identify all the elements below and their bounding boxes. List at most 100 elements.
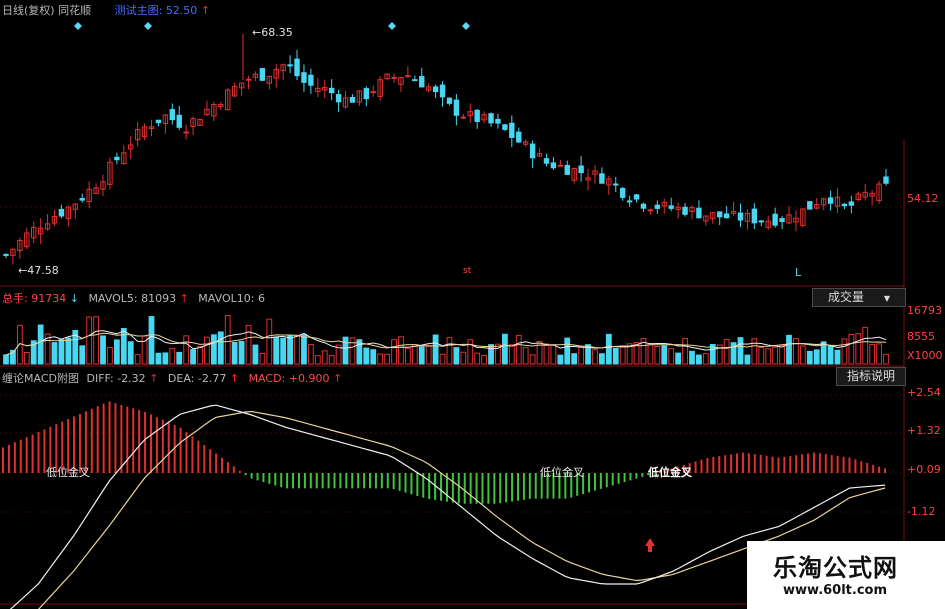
candle-body <box>328 87 335 94</box>
candle-body <box>640 203 647 209</box>
diff-label: DIFF: <box>86 372 114 385</box>
candle-body <box>619 187 626 198</box>
volume-bar <box>772 346 779 365</box>
candle-body <box>412 79 418 82</box>
volume-bar <box>418 346 425 365</box>
volume-selector-button[interactable]: 成交量 ▼ <box>812 288 906 307</box>
golden-cross-annotation-3: 低位金叉 <box>648 466 692 479</box>
top-diamond-marker-0 <box>74 22 82 30</box>
volume-bar <box>855 333 862 365</box>
volume-bar <box>564 337 571 365</box>
candle-body <box>335 94 342 103</box>
candle-body <box>647 209 654 212</box>
volume-bar <box>834 349 841 365</box>
volume-bar <box>411 344 418 365</box>
macd-arrow: ↑ <box>332 372 343 385</box>
volume-bar <box>113 339 120 365</box>
candle-body <box>446 97 453 104</box>
indicator-name[interactable]: 测试主图: <box>115 4 163 17</box>
volume-bar <box>155 352 162 365</box>
volume-header: 总手: 91734 ↓ MAVOL5: 81093 ↑ MAVOL10: 6 <box>2 290 265 306</box>
candle-body <box>183 131 189 134</box>
volume-bar <box>252 344 259 365</box>
volume-bar <box>86 316 93 365</box>
volume-bar <box>813 349 820 365</box>
main-header: 日线(复权) 同花顺 测试主图: 52.50 ↑ <box>2 2 210 18</box>
candle-body <box>717 211 723 218</box>
candle-body <box>807 201 813 210</box>
candle-body <box>391 76 397 79</box>
mavol5-label: MAVOL5: <box>88 292 138 305</box>
volume-bar <box>349 337 356 365</box>
candle-body <box>516 131 522 143</box>
volume-bar <box>398 336 404 365</box>
volume-bar <box>231 341 238 365</box>
macd-axis-3: +0.09 <box>907 463 941 476</box>
volume-axis-mid: 8555 <box>907 330 935 343</box>
candle-body <box>58 208 65 217</box>
volume-bar <box>204 336 210 365</box>
watermark-url: www.60lt.com <box>783 583 888 598</box>
mavol5-arrow: ↑ <box>179 292 189 305</box>
dea-value: -2.77 <box>197 372 227 385</box>
candle-body <box>772 213 778 226</box>
volume-bar <box>439 353 446 365</box>
volume-bar <box>301 334 307 365</box>
volume-bar <box>176 351 183 365</box>
mavol5-value: 81093 <box>141 292 177 305</box>
candle-body <box>779 218 785 222</box>
mavol10-line <box>5 332 887 356</box>
candle-body <box>432 86 439 93</box>
volume-bar <box>259 352 266 365</box>
volume-bar <box>793 338 799 365</box>
volume-selector-label: 成交量 <box>828 290 865 304</box>
low-price-arrow-icon: ← <box>18 264 28 277</box>
mavol10-value: 6 <box>257 292 265 305</box>
volume-bar <box>287 334 293 365</box>
candle-body <box>439 84 446 98</box>
indicator-help-button[interactable]: 指标说明 <box>836 367 906 386</box>
candle-body <box>301 72 307 83</box>
volume-bar <box>806 350 813 365</box>
volume-bar <box>515 334 522 365</box>
volume-bar <box>23 352 30 365</box>
volume-bar <box>120 327 127 365</box>
candle-body <box>502 124 508 130</box>
candle-body <box>543 158 550 164</box>
candle-body <box>696 207 702 219</box>
right-price-label: 54.12 <box>907 192 939 205</box>
volume-bar <box>238 340 245 365</box>
volume-bar <box>183 335 190 365</box>
volume-bar <box>314 355 321 365</box>
volume-bar <box>654 345 661 365</box>
period-label[interactable]: 日线(复权) <box>2 4 55 17</box>
volume-bar <box>162 352 169 365</box>
candle-body <box>114 156 120 161</box>
candle-body <box>883 176 889 184</box>
watermark-title: 乐淘公式网 <box>773 553 898 582</box>
volume-bar <box>841 338 848 365</box>
volume-bar <box>217 331 224 365</box>
macd-indicator-name[interactable]: 缠论MACD附图 <box>2 372 79 385</box>
volume-bar <box>765 348 772 365</box>
volume-bar <box>522 347 529 365</box>
total-volume-label: 总手: <box>2 292 28 305</box>
volume-bar <box>737 337 744 365</box>
volume-bar <box>467 339 474 365</box>
volume-bar <box>93 316 99 365</box>
candle-body <box>529 143 536 159</box>
candle-body <box>474 109 480 122</box>
candle-body <box>564 164 570 175</box>
candle-body <box>287 64 293 67</box>
volume-bar <box>58 339 65 365</box>
volume-bar <box>391 339 397 365</box>
candle-body <box>827 197 834 204</box>
candle-body <box>841 203 848 207</box>
volume-bar <box>682 338 688 365</box>
volume-bar <box>578 346 585 365</box>
total-volume-arrow: ↓ <box>69 292 79 305</box>
candle-body <box>495 118 501 124</box>
volume-bar <box>696 354 702 365</box>
candle-body <box>737 212 744 221</box>
candle-body <box>3 253 9 256</box>
